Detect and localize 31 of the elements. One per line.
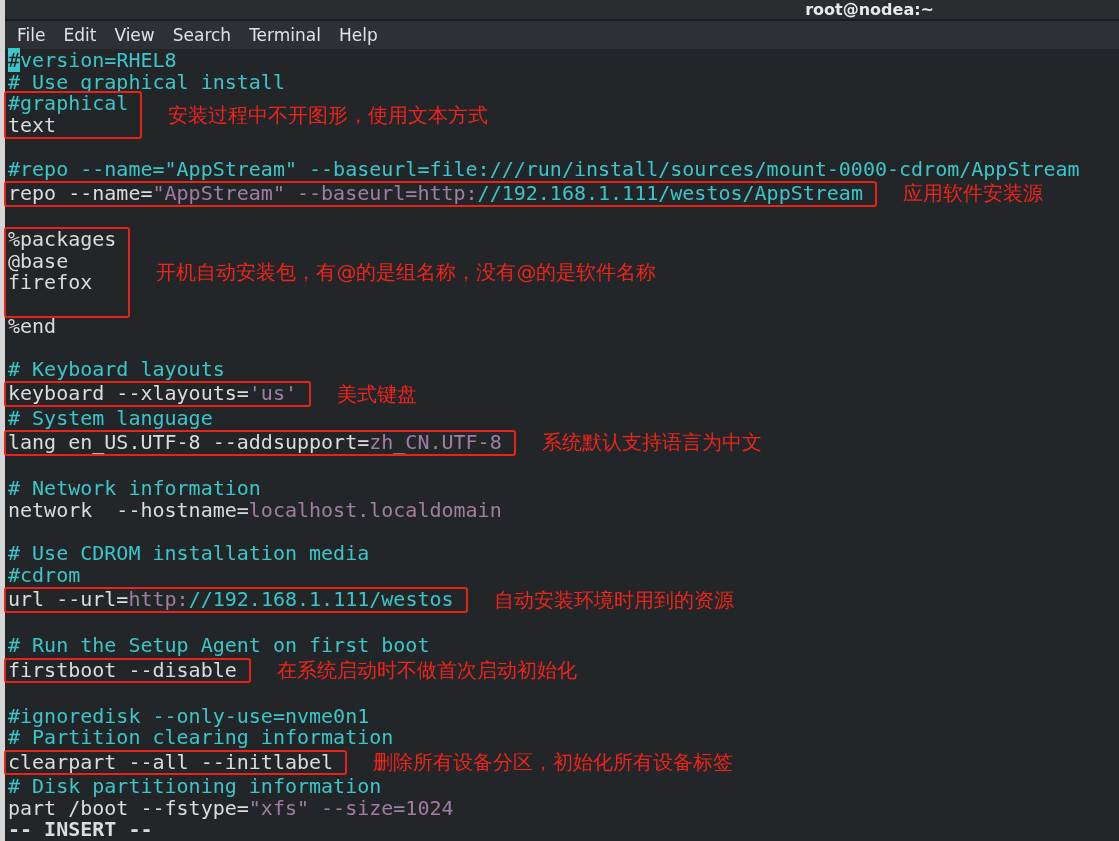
annotation-note: 自动安装环境时用到的资源 xyxy=(493,586,734,614)
annotation-note: 应用软件安装源 xyxy=(902,180,1043,208)
code-line: #graphical xyxy=(8,91,129,116)
code-line: %packages xyxy=(8,226,117,251)
annotation-note: 开机自动安装包，有@的是组名称，没有@的是软件名称 xyxy=(156,258,657,286)
code-line: #ignoredisk --only-use=nvme0n1 xyxy=(8,703,370,728)
menu-item[interactable]: Search xyxy=(164,21,240,50)
code-line: # Run the Setup Agent on first boot xyxy=(8,633,430,658)
window-title: root@nodea:~ xyxy=(805,0,934,20)
code-line: # Keyboard layouts xyxy=(8,357,225,381)
annotation-note: 删除所有设备分区，初始化所有设备标签 xyxy=(373,748,734,776)
code-line: %end xyxy=(8,313,57,338)
code-line: clearpart --all --initlabel xyxy=(8,749,334,774)
annotation-note: 安装过程中不开图形，使用文本方式 xyxy=(168,101,489,129)
annotation-note: 系统默认支持语言为中文 xyxy=(541,429,762,457)
code-line: keyboard --xlayouts='us' xyxy=(8,381,297,406)
annotation-note: 在系统启动时不做首次启动初始化 xyxy=(276,656,577,684)
menu-item[interactable]: Help xyxy=(330,21,386,50)
code-line: text xyxy=(8,113,57,138)
code-line: # System language xyxy=(8,405,213,430)
code-line: url --url=http://192.168.1.111/westos xyxy=(8,587,454,612)
annotation-note: 美式键盘 xyxy=(337,380,417,408)
code-line: firstboot --disable xyxy=(8,657,237,682)
menu-item[interactable]: Edit xyxy=(55,21,105,50)
code-line: repo --name="AppStream" --baseurl=http://192.168.1.111/westos/AppStream xyxy=(8,180,863,205)
code-line: #repo --name="AppStream" --baseurl=file:///run/install/sources/mount-0000-cdrom/AppStream xyxy=(8,156,1080,181)
menu-item[interactable]: Terminal xyxy=(241,21,329,50)
menu-item[interactable]: File xyxy=(9,21,54,50)
code-line: lang en_US.UTF-8 --addsupport=zh_CN.UTF-8 xyxy=(8,430,502,455)
menu-item[interactable]: View xyxy=(106,21,163,50)
code-line: # Disk partitioning information xyxy=(8,773,382,798)
